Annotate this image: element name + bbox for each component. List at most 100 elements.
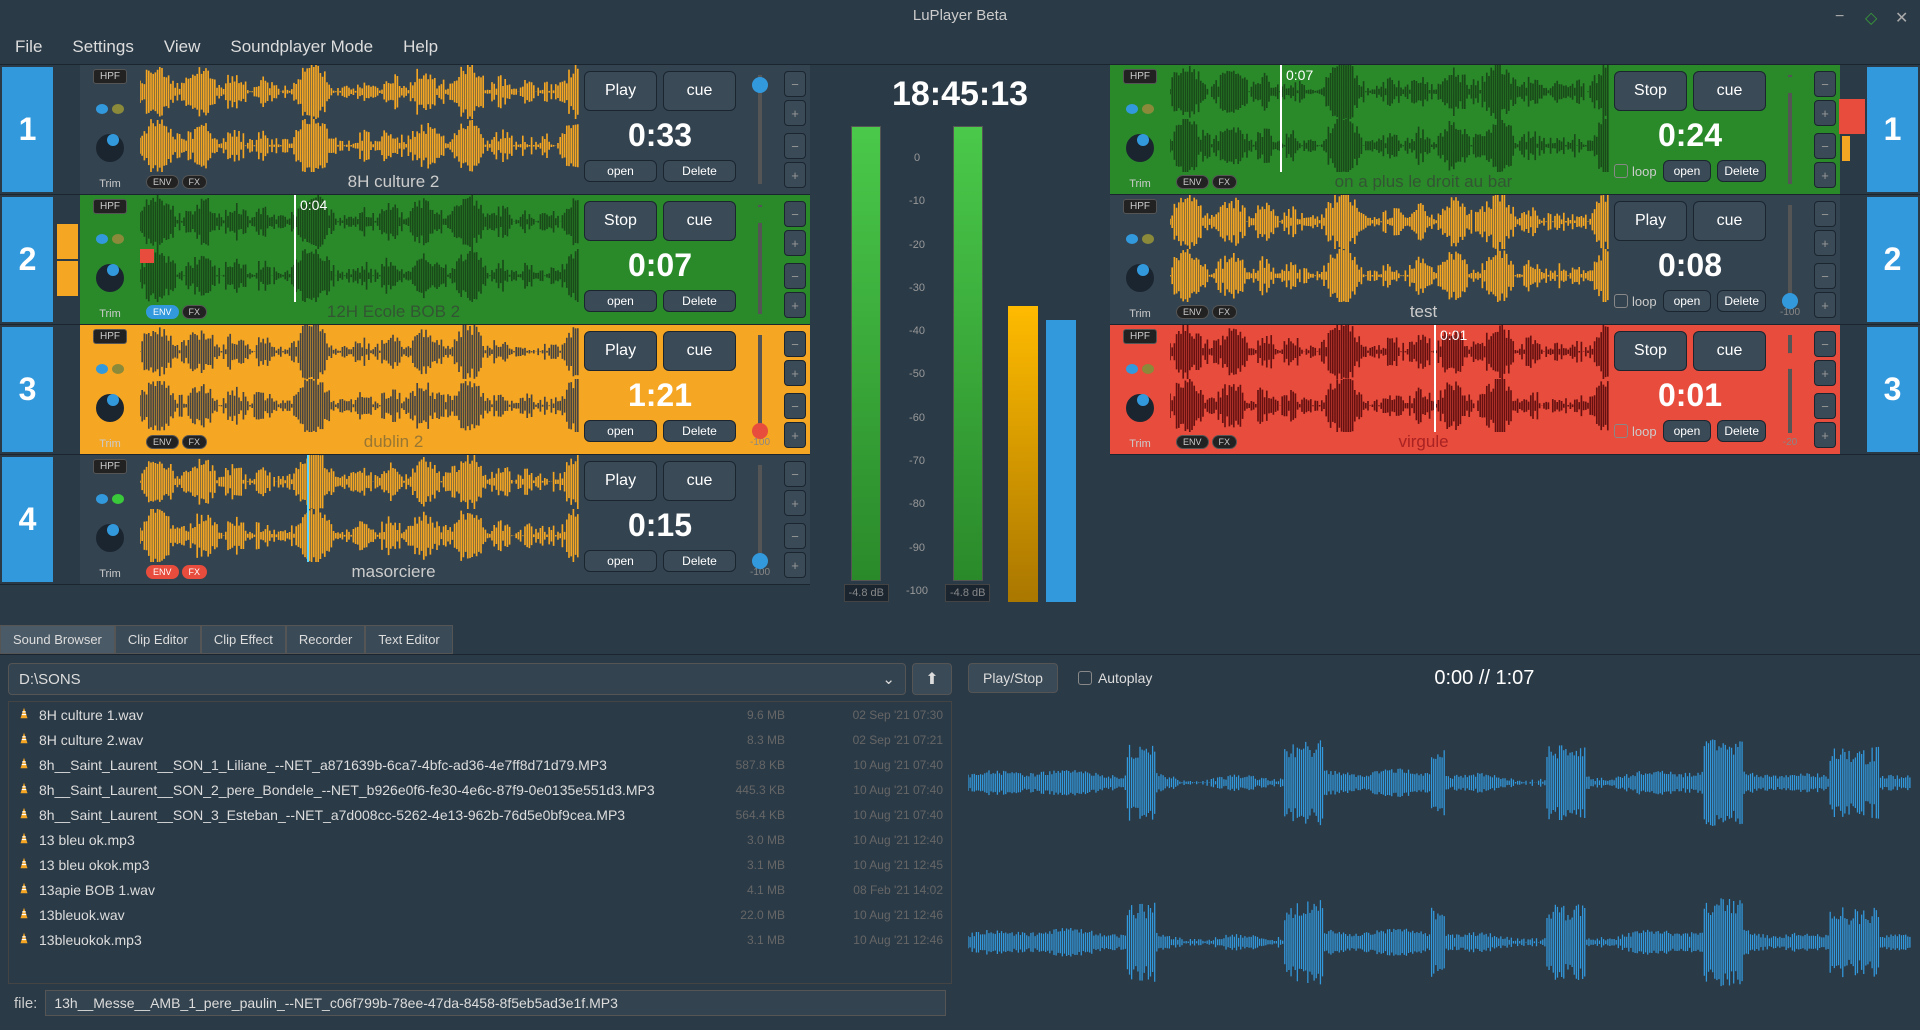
player-slot-number[interactable]: 1 <box>1865 65 1920 194</box>
plus-button[interactable]: + <box>784 100 806 126</box>
browser-path-input[interactable]: D:\SONS ⌄ <box>8 663 906 695</box>
minus-button[interactable]: − <box>1814 201 1836 227</box>
minus-button-2[interactable]: − <box>784 523 806 549</box>
player-slot-number[interactable]: 2 <box>1865 195 1920 324</box>
fx-badge[interactable]: FX <box>182 175 208 189</box>
minus-button[interactable]: − <box>1814 71 1836 97</box>
minus-button-2[interactable]: − <box>1814 133 1836 159</box>
menu-settings[interactable]: Settings <box>72 37 133 57</box>
cue-marker[interactable] <box>307 455 309 562</box>
autoplay-checkbox[interactable]: Autoplay <box>1078 670 1152 686</box>
cue-button[interactable]: cue <box>663 71 736 111</box>
plus-button-2[interactable]: + <box>1814 422 1836 448</box>
plus-button-2[interactable]: + <box>784 422 806 448</box>
plus-button-2[interactable]: + <box>1814 162 1836 188</box>
minimize-icon[interactable]: − <box>1835 8 1850 23</box>
env-badge[interactable]: ENV <box>146 175 179 189</box>
file-row[interactable]: 8h__Saint_Laurent__SON_3_Esteban_--NET_a… <box>9 802 951 827</box>
hpf-badge[interactable]: HPF <box>93 199 127 214</box>
tab-recorder[interactable]: Recorder <box>286 625 365 654</box>
hpf-badge[interactable]: HPF <box>93 459 127 474</box>
play-stop-button[interactable]: Play <box>584 71 657 111</box>
file-row[interactable]: 8h__Saint_Laurent__SON_2_pere_Bondele_--… <box>9 777 951 802</box>
trim-knob[interactable] <box>96 524 124 552</box>
delete-button[interactable]: Delete <box>1717 420 1766 442</box>
trim-knob[interactable] <box>96 264 124 292</box>
hpf-badge[interactable]: HPF <box>1123 69 1157 84</box>
loop-checkbox[interactable]: loop <box>1614 164 1657 179</box>
cue-button[interactable]: cue <box>663 331 736 371</box>
playhead[interactable] <box>1434 325 1436 432</box>
env-badge[interactable]: ENV <box>1176 435 1209 449</box>
loop-checkbox[interactable]: loop <box>1614 294 1657 309</box>
open-button[interactable]: open <box>1663 290 1712 312</box>
menu-view[interactable]: View <box>164 37 201 57</box>
fx-badge[interactable]: FX <box>1212 435 1238 449</box>
play-stop-button[interactable]: Play <box>584 461 657 501</box>
chevron-down-icon[interactable]: ⌄ <box>882 670 895 688</box>
file-row[interactable]: 13 bleu okok.mp3 3.1 MB 10 Aug '21 12:45 <box>9 852 951 877</box>
env-badge[interactable]: ENV <box>146 435 179 449</box>
hpf-badge[interactable]: HPF <box>1123 329 1157 344</box>
waveform-display[interactable] <box>140 455 580 562</box>
file-row[interactable]: 13apie BOB 1.wav 4.1 MB 08 Feb '21 14:02 <box>9 877 951 902</box>
file-row[interactable]: 13bleuok.wav 22.0 MB 10 Aug '21 12:46 <box>9 902 951 927</box>
waveform-display[interactable]: 0:07 <box>1170 65 1610 172</box>
fx-badge[interactable]: FX <box>182 565 208 579</box>
waveform-display[interactable] <box>1170 195 1610 302</box>
delete-button[interactable]: Delete <box>1717 160 1766 182</box>
plus-button-2[interactable]: + <box>784 162 806 188</box>
play-stop-button[interactable]: Stop <box>584 201 657 241</box>
trim-knob[interactable] <box>96 134 124 162</box>
cue-button[interactable]: cue <box>663 461 736 501</box>
cue-button[interactable]: cue <box>1693 201 1766 241</box>
maximize-icon[interactable]: ◇ <box>1865 8 1880 23</box>
open-button[interactable]: open <box>584 160 657 182</box>
env-badge[interactable]: ENV <box>1176 305 1209 319</box>
minus-button-2[interactable]: − <box>1814 263 1836 289</box>
tab-text-editor[interactable]: Text Editor <box>365 625 452 654</box>
current-file-input[interactable] <box>45 990 946 1016</box>
play-stop-button[interactable]: Play <box>1614 201 1687 241</box>
player-slot-number[interactable]: 1 <box>0 65 55 194</box>
file-row[interactable]: 8H culture 1.wav 9.6 MB 02 Sep '21 07:30 <box>9 702 951 727</box>
in-marker[interactable] <box>140 249 154 263</box>
tab-clip-effect[interactable]: Clip Effect <box>201 625 286 654</box>
waveform-display[interactable]: 0:01 <box>1170 325 1610 432</box>
player-slot-number[interactable]: 3 <box>0 325 55 454</box>
minus-button[interactable]: − <box>784 71 806 97</box>
plus-button-2[interactable]: + <box>784 292 806 318</box>
play-stop-button[interactable]: Play <box>584 331 657 371</box>
playhead[interactable] <box>1280 65 1282 172</box>
playhead[interactable] <box>294 195 296 302</box>
delete-button[interactable]: Delete <box>663 160 736 182</box>
menu-soundplayer-mode[interactable]: Soundplayer Mode <box>230 37 373 57</box>
file-list[interactable]: 8H culture 1.wav 9.6 MB 02 Sep '21 07:30… <box>8 701 952 984</box>
fx-badge[interactable]: FX <box>1212 175 1238 189</box>
hpf-badge[interactable]: HPF <box>93 329 127 344</box>
tab-sound-browser[interactable]: Sound Browser <box>0 625 115 654</box>
plus-button-2[interactable]: + <box>1814 292 1836 318</box>
fx-badge[interactable]: FX <box>182 435 208 449</box>
player-slot-number[interactable]: 2 <box>0 195 55 324</box>
player-slot-number[interactable]: 4 <box>0 455 55 584</box>
plus-button[interactable]: + <box>784 360 806 386</box>
minus-button[interactable]: − <box>784 461 806 487</box>
open-button[interactable]: open <box>584 550 657 572</box>
volume-fader[interactable]: -100 <box>1770 195 1810 324</box>
fx-badge[interactable]: FX <box>1212 305 1238 319</box>
minus-button[interactable]: − <box>1814 331 1836 357</box>
trim-knob[interactable] <box>96 394 124 422</box>
player-slot-number[interactable]: 3 <box>1865 325 1920 454</box>
browser-up-button[interactable]: ⬆ <box>912 663 952 695</box>
volume-fader[interactable] <box>1770 65 1810 194</box>
menu-file[interactable]: File <box>15 37 42 57</box>
tab-clip-editor[interactable]: Clip Editor <box>115 625 201 654</box>
delete-button[interactable]: Delete <box>1717 290 1766 312</box>
menu-help[interactable]: Help <box>403 37 438 57</box>
plus-button[interactable]: + <box>1814 360 1836 386</box>
waveform-display[interactable]: 0:04 <box>140 195 580 302</box>
close-icon[interactable]: ✕ <box>1895 8 1910 23</box>
minus-button-2[interactable]: − <box>784 393 806 419</box>
trim-knob[interactable] <box>1126 134 1154 162</box>
